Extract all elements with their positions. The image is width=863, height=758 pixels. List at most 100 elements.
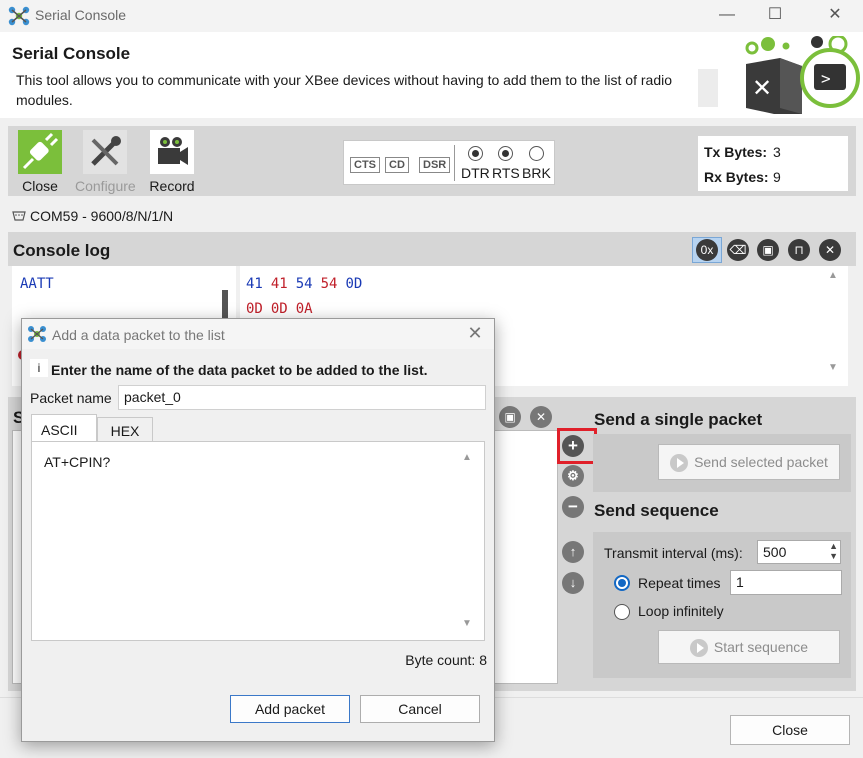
clear-log-icon[interactable]: ⌫: [727, 239, 749, 261]
ascii-log-line: AATT: [20, 276, 54, 292]
hex-byte: 54: [320, 276, 338, 292]
textarea-scroll-down-icon[interactable]: ▼: [462, 618, 472, 629]
packet-content-text: AT+CPIN?: [44, 454, 111, 470]
packet-name-label: Packet name: [30, 390, 112, 406]
start-sequence-label: Start sequence: [713, 639, 809, 655]
remove-packet-icon[interactable]: −: [562, 496, 584, 518]
brk-label: BRK: [522, 165, 551, 181]
divider: [454, 145, 455, 181]
header-title: Serial Console: [12, 44, 131, 63]
hex-byte: 0D: [246, 301, 263, 317]
port-status-text: COM59 - 9600/8/N/1/N: [30, 208, 174, 224]
dtr-label: DTR: [461, 165, 490, 181]
interval-value: 500: [763, 544, 787, 560]
window-close-icon[interactable]: ✕: [812, 0, 858, 32]
textarea-scroll-up-icon[interactable]: ▲: [462, 452, 472, 463]
hex-view-icon: 0x: [696, 239, 718, 261]
repeat-times-input[interactable]: 1: [730, 570, 842, 595]
send-selected-packet-button[interactable]: Send selected packet: [658, 444, 840, 480]
rts-label: RTS: [492, 165, 520, 181]
dialog-title-bar: Add a data packet to the list ✕: [22, 319, 494, 349]
console-illustration-icon: ✕ >: [745, 36, 860, 114]
serial-port-icon: [12, 211, 26, 221]
scroll-down-icon[interactable]: ▼: [826, 362, 840, 373]
video-camera-icon: [150, 130, 194, 174]
svg-text:>: >: [821, 69, 831, 88]
packet-content-textarea[interactable]: AT+CPIN? ▲ ▼: [31, 441, 485, 641]
hex-byte: 41: [270, 276, 288, 292]
packet-name-input[interactable]: packet_0: [118, 385, 486, 410]
hex-log-line-2: 0D 0D 0A: [246, 301, 321, 317]
tool-header: Serial Console This tool allows you to c…: [0, 32, 863, 118]
cancel-button[interactable]: Cancel: [360, 695, 480, 723]
loop-infinitely-radio[interactable]: [614, 604, 630, 620]
hex-byte: 0D: [345, 276, 363, 292]
close-log-icon[interactable]: ✕: [819, 239, 841, 261]
add-packet-icon[interactable]: +: [562, 435, 584, 457]
loop-infinitely-label: Loop infinitely: [638, 603, 724, 619]
dialog-close-icon[interactable]: ✕: [462, 323, 488, 345]
interval-spinner-icon[interactable]: ▲ ▼: [829, 541, 838, 561]
tab-ascii[interactable]: ASCII: [31, 414, 97, 441]
close-port-label: Close: [22, 178, 58, 194]
play-icon: [670, 454, 689, 473]
save-log-icon[interactable]: ▣: [757, 239, 779, 261]
byte-count: Byte count: 8: [405, 652, 487, 668]
send-sequence-panel: Transmit interval (ms): 500 ▲ ▼ Repeat ti…: [593, 532, 851, 678]
clear-packets-icon[interactable]: ✕: [530, 406, 552, 428]
lock-scroll-icon[interactable]: ⊓: [788, 239, 810, 261]
app-logo-icon: [8, 6, 30, 26]
hex-log-line-1: 41 41 54 54 0D: [246, 276, 370, 292]
dialog-instruction: Enter the name of the data packet to be …: [51, 362, 428, 378]
edit-packet-icon[interactable]: ⚙: [562, 465, 584, 487]
line-status-panel: CTS CD DSR DTR RTS BRK: [343, 140, 555, 185]
move-up-icon[interactable]: ↑: [562, 541, 584, 563]
hex-byte: 54: [295, 276, 313, 292]
hex-byte: 0A: [295, 301, 313, 317]
scroll-up-icon[interactable]: ▲: [826, 270, 840, 281]
minimize-icon[interactable]: —: [704, 0, 750, 32]
cts-indicator: CTS: [350, 157, 380, 173]
start-sequence-button[interactable]: Start sequence: [658, 630, 840, 664]
header-description: This tool allows you to communicate with…: [16, 72, 673, 108]
send-selected-packet-label: Send selected packet: [694, 454, 828, 470]
dialog-logo-icon: [28, 326, 46, 342]
save-packets-icon[interactable]: ▣: [499, 406, 521, 428]
close-window-button[interactable]: Close: [730, 715, 850, 745]
rts-toggle[interactable]: [498, 146, 513, 161]
console-log-title: Console log: [13, 241, 111, 260]
plug-connected-icon: [18, 130, 62, 174]
tx-bytes-value: 3: [773, 144, 781, 160]
add-packet-dialog: Add a data packet to the list ✕ i Enter …: [21, 318, 495, 742]
close-port-button[interactable]: Close: [10, 130, 70, 194]
record-label: Record: [149, 178, 195, 194]
dtr-toggle[interactable]: [468, 146, 483, 161]
move-down-icon[interactable]: ↓: [562, 572, 584, 594]
ascii-scroll-thumb[interactable]: [222, 290, 228, 320]
hex-byte: 0D: [270, 301, 288, 317]
tab-hex[interactable]: HEX: [97, 417, 153, 441]
hex-scrollbar[interactable]: ▲ ▼: [826, 270, 840, 380]
configure-label: Configure: [75, 178, 136, 194]
tools-icon: [83, 130, 127, 174]
configure-button[interactable]: Configure: [75, 130, 136, 194]
record-button[interactable]: Record: [142, 130, 202, 194]
maximize-icon[interactable]: ☐: [752, 0, 798, 32]
add-packet-button[interactable]: Add packet: [230, 695, 350, 723]
byte-counters: Tx Bytes: 3 Rx Bytes: 9: [698, 136, 848, 191]
interval-input[interactable]: 500 ▲ ▼: [757, 540, 841, 564]
repeat-times-label: Repeat times: [638, 575, 721, 591]
send-single-panel: Send selected packet: [593, 434, 851, 492]
send-single-title: Send a single packet: [594, 410, 763, 429]
repeat-times-radio[interactable]: [614, 575, 630, 591]
svg-text:✕: ✕: [752, 74, 772, 102]
brk-toggle[interactable]: [529, 146, 544, 161]
send-sequence-title: Send sequence: [594, 501, 719, 520]
hex-view-toggle[interactable]: 0x: [692, 237, 722, 263]
console-log-header: Console log 0x ⌫ ▣ ⊓ ✕: [8, 232, 856, 266]
header-scroll-area: [698, 69, 718, 107]
hex-byte: 41: [246, 276, 263, 292]
interval-label: Transmit interval (ms):: [604, 545, 743, 561]
dsr-indicator: DSR: [419, 157, 451, 173]
port-status: COM59 - 9600/8/N/1/N: [12, 208, 173, 224]
